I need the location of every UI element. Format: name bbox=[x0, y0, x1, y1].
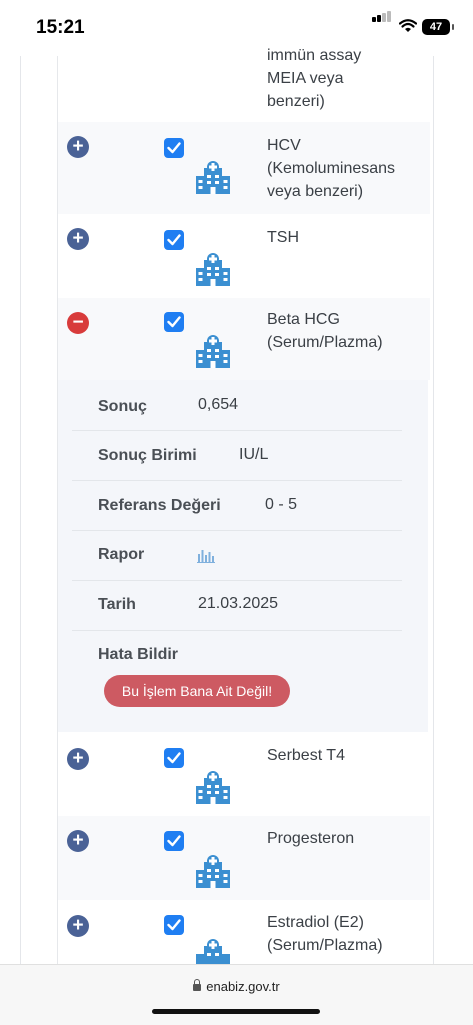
checkbox-checked[interactable] bbox=[164, 748, 184, 768]
divider bbox=[72, 530, 402, 531]
wifi-icon bbox=[399, 19, 417, 32]
browser-address-bar[interactable]: enabiz.gov.tr bbox=[0, 964, 473, 1025]
unit-value: IU/L bbox=[239, 446, 269, 463]
expand-plus-icon[interactable]: + bbox=[67, 136, 89, 158]
expand-plus-icon[interactable]: + bbox=[67, 830, 89, 852]
url-display[interactable]: enabiz.gov.tr bbox=[0, 979, 473, 994]
test-name: Estradiol (E2) (Serum/Plazma) bbox=[267, 914, 383, 954]
test-name: Serbest T4 bbox=[267, 747, 345, 764]
report-label: Rapor bbox=[98, 546, 145, 563]
status-time: 15:21 bbox=[36, 17, 85, 38]
test-row-tsh[interactable]: + TSH bbox=[58, 214, 430, 298]
hospital-icon bbox=[196, 161, 230, 194]
test-row-progesteron[interactable]: + Progesteron bbox=[58, 816, 430, 900]
divider bbox=[72, 580, 402, 581]
divider bbox=[72, 480, 402, 481]
battery-icon: 47 bbox=[422, 19, 454, 35]
test-name: immün assay MEIA veya benzeri) bbox=[267, 47, 362, 110]
date-label: Tarih bbox=[98, 596, 136, 613]
url-text: enabiz.gov.tr bbox=[206, 979, 280, 994]
test-name: Beta HCG (Serum/Plazma) bbox=[267, 311, 383, 351]
hospital-icon bbox=[196, 253, 230, 286]
expand-plus-icon[interactable]: + bbox=[67, 228, 89, 250]
expand-plus-icon[interactable]: + bbox=[67, 748, 89, 770]
checkbox-checked[interactable] bbox=[164, 915, 184, 935]
test-name: HCV (Kemoluminesans veya benzeri) bbox=[267, 137, 396, 200]
hospital-icon bbox=[196, 939, 230, 964]
test-row-serbest-t4[interactable]: + Serbest T4 bbox=[58, 734, 430, 816]
test-row-0[interactable]: immün assay MEIA veya benzeri) bbox=[58, 40, 430, 122]
checkbox-checked[interactable] bbox=[164, 138, 184, 158]
test-row-estradiol[interactable]: + Estradiol (E2) (Serum/Plazma) bbox=[58, 900, 430, 964]
result-detail-panel: Sonuç 0,654 Sonuç Birimi IU/L Referans D… bbox=[58, 380, 428, 732]
result-value: 0,654 bbox=[198, 396, 239, 413]
divider bbox=[72, 430, 402, 431]
hospital-icon bbox=[196, 771, 230, 804]
home-indicator[interactable] bbox=[152, 1009, 320, 1014]
checkbox-checked[interactable] bbox=[164, 831, 184, 851]
reference-value: 0 - 5 bbox=[265, 496, 298, 513]
not-my-record-button[interactable]: Bu İşlem Bana Ait Değil! bbox=[104, 675, 290, 707]
error-report-label: Hata Bildir bbox=[98, 646, 179, 663]
test-row-hcv[interactable]: + HCV (Kemoluminesans veya benzeri) bbox=[58, 122, 430, 214]
date-value: 21.03.2025 bbox=[198, 595, 279, 612]
test-name: TSH bbox=[267, 229, 299, 246]
hospital-icon bbox=[196, 335, 230, 368]
expand-plus-icon[interactable]: + bbox=[67, 915, 89, 937]
hospital-icon bbox=[196, 855, 230, 888]
reference-label: Referans Değeri bbox=[98, 497, 221, 514]
unit-label: Sonuç Birimi bbox=[98, 447, 197, 464]
test-name: Progesteron bbox=[267, 830, 355, 847]
collapse-minus-icon[interactable]: − bbox=[67, 312, 89, 334]
checkbox-checked[interactable] bbox=[164, 230, 184, 250]
lock-icon bbox=[193, 979, 202, 991]
checkbox-checked[interactable] bbox=[164, 312, 184, 332]
bar-chart-icon[interactable] bbox=[197, 548, 215, 563]
test-row-beta-hcg[interactable]: − Beta HCG (Serum/Plazma) bbox=[58, 298, 430, 380]
divider bbox=[72, 630, 402, 631]
result-label: Sonuç bbox=[98, 398, 147, 415]
